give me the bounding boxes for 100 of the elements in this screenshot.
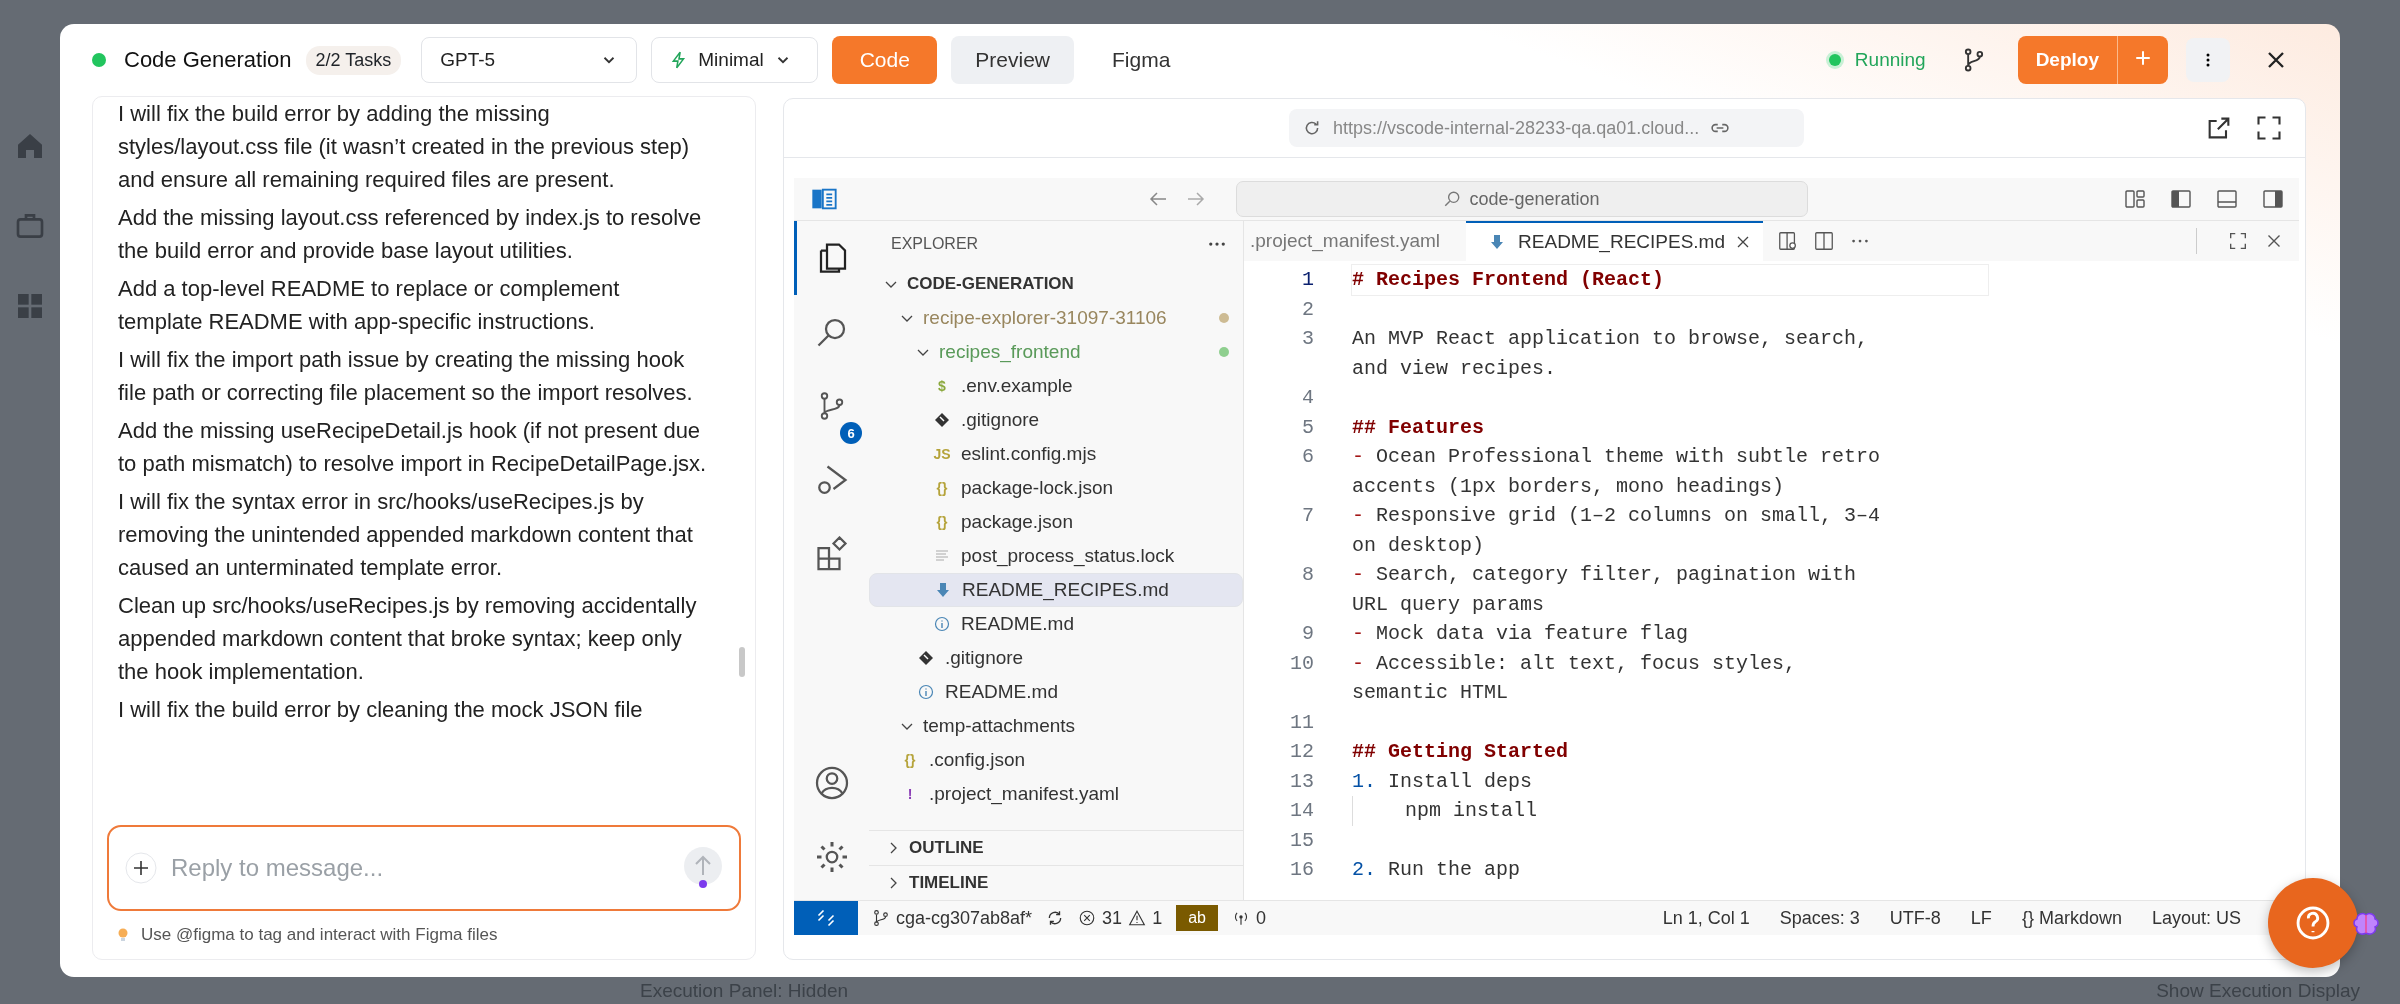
error-icon[interactable]: [1078, 909, 1097, 927]
info-icon: [918, 684, 934, 700]
code-line: npm install: [1352, 796, 1894, 826]
line-number: 4: [1301, 385, 1314, 411]
spell-check-status[interactable]: ab: [1176, 905, 1218, 931]
line-number: 6: [1301, 444, 1314, 470]
file-type-icon: {}: [931, 480, 953, 496]
status-dot: [92, 53, 106, 67]
down-arrow-icon: [1489, 234, 1506, 250]
line-number: 9: [1301, 621, 1314, 647]
bottom-panel-icon[interactable]: [2215, 187, 2239, 211]
down-arrow-icon: [935, 582, 951, 598]
command-center[interactable]: code-generation: [1235, 181, 1808, 217]
editor-tab[interactable]: .project_manifest.yaml: [1250, 230, 1441, 252]
file-name[interactable]: eslint.config.mjs: [961, 443, 1229, 465]
status-item[interactable]: UTF-8: [1889, 907, 1941, 929]
chat-message: I will fix the build error by cleaning the mock JSON file: [118, 696, 644, 724]
right-panel-icon[interactable]: [2261, 187, 2285, 211]
code-line: ## Features: [1352, 414, 1486, 441]
running-status: Running: [1854, 49, 1926, 71]
fullscreen-icon[interactable]: [2255, 114, 2283, 142]
warning-icon[interactable]: [1128, 909, 1147, 927]
left-panel-icon[interactable]: [2169, 187, 2193, 211]
code-line: - Responsive grid (1–2 columns on small, 3–4 on desktop): [1352, 503, 1882, 559]
code-line: - Ocean Professional theme with subtle retro accents (1px borders, mono headings): [1352, 444, 1882, 500]
chat-message: Add a top-level README to replace or complement template README with app-specific instructions.: [118, 275, 621, 336]
file-name[interactable]: README.md: [945, 681, 1229, 703]
chat-message: I will fix the import path issue by creating the missing hook file path or correcting file placement so the import resolves.: [118, 346, 694, 407]
remote-icon: [816, 908, 836, 928]
code-line: ## Getting Started: [1352, 739, 1570, 765]
line-number: 15: [1289, 827, 1314, 854]
reply-field[interactable]: Reply to message...: [107, 825, 741, 911]
send-icon[interactable]: [683, 846, 723, 890]
view-tab[interactable]: Figma: [1088, 36, 1195, 84]
branch-icon[interactable]: [872, 909, 890, 927]
line-number: 14: [1289, 798, 1314, 824]
changes-badge: 6: [840, 422, 862, 444]
folder-name[interactable]: CODE-GENERATION: [907, 274, 1229, 294]
file-name[interactable]: package.json: [961, 511, 1229, 533]
line-number: 2: [1301, 296, 1314, 323]
status-item[interactable]: LF: [1970, 907, 1992, 929]
status-item[interactable]: Spaces: 3: [1779, 907, 1860, 929]
code-line: - Mock data via feature flag: [1352, 621, 1690, 647]
line-number: 12: [1289, 739, 1314, 765]
maximize-icon[interactable]: [2227, 230, 2249, 252]
scrollbar[interactable]: [739, 647, 745, 677]
file-name[interactable]: .gitignore: [945, 647, 1229, 669]
section-title[interactable]: OUTLINE: [909, 838, 984, 858]
error-count[interactable]: 31: [1102, 907, 1123, 929]
file-name[interactable]: .gitignore: [961, 409, 1229, 431]
chat-message: Clean up src/hooks/useRecipes.js by removing accidentally appended markdown content that broke syntax; keep only the hook implementation.: [118, 592, 698, 686]
code-line: - Accessible: alt text, focus styles, semantic HTML: [1352, 650, 1798, 706]
line-number: 13: [1289, 768, 1314, 795]
view-tab[interactable]: Preview: [951, 36, 1074, 84]
account-icon[interactable]: [813, 765, 850, 801]
add-button[interactable]: [2117, 36, 2168, 84]
file-name[interactable]: .env.example: [961, 375, 1229, 397]
info-icon: [934, 616, 950, 632]
reply-input[interactable]: Reply to message...: [169, 853, 671, 883]
section-title[interactable]: TIMELINE: [909, 873, 989, 893]
status-item[interactable]: Ln 1, Col 1: [1662, 907, 1750, 929]
status-item[interactable]: Layout: US: [2151, 907, 2241, 929]
line-number: 3: [1301, 326, 1314, 352]
ports-count[interactable]: 0: [1255, 907, 1266, 929]
file-type-icon: {}: [931, 514, 953, 530]
file-name[interactable]: .project_manifest.yaml: [929, 783, 1229, 805]
add-icon[interactable]: [125, 852, 157, 884]
line-number: 16: [1289, 857, 1314, 883]
code-line: 2. Run the app: [1352, 857, 1522, 883]
remote-button[interactable]: [794, 901, 858, 935]
diamond-icon: [934, 412, 950, 428]
file-name[interactable]: .config.json: [929, 749, 1229, 771]
refresh-icon[interactable]: [1303, 119, 1321, 137]
hint-text: Use @figma to tag and interact with Figma files: [141, 925, 498, 945]
diamond-icon: [918, 650, 934, 666]
file-name[interactable]: post_process_status.lock: [961, 545, 1229, 567]
file-type-icon: $: [931, 378, 953, 394]
branch-status[interactable]: cga-cg307ab8af*: [896, 907, 1033, 929]
status-item[interactable]: {} Markdown: [2021, 907, 2122, 929]
mode-dropdown[interactable]: Minimal: [651, 37, 819, 83]
line-number: 5: [1301, 414, 1314, 441]
panel-title: Code Generation: [124, 47, 292, 73]
layout-icon[interactable]: [2123, 187, 2147, 211]
chat-message: Add the missing layout.css referenced by index.js to resolve the build error and provide base layout utilities.: [118, 204, 703, 265]
code-line: An MVP React application to browse, search, and view recipes.: [1352, 326, 1870, 382]
chat-message: I will fix the syntax error in src/hooks/useRecipes.js by removing the unintended appended markdown content that caused an unterminated template error.: [118, 488, 694, 582]
search-icon: [1443, 190, 1462, 208]
file-name[interactable]: README.md: [961, 613, 1229, 635]
running-dot: [1828, 54, 1841, 66]
model-dropdown[interactable]: GPT-5: [421, 37, 638, 83]
line-number: 8: [1301, 562, 1314, 588]
line-number: 10: [1289, 650, 1314, 677]
split-editor-icon[interactable]: [1813, 230, 1836, 252]
file-type-icon: !: [899, 786, 921, 802]
plus-icon: [2134, 48, 2152, 67]
file-name[interactable]: package-lock.json: [961, 477, 1229, 499]
line-number: 11: [1289, 709, 1314, 736]
warning-count[interactable]: 1: [1152, 907, 1163, 929]
file-type-icon: {}: [899, 752, 921, 768]
folder-name[interactable]: temp-attachments: [923, 715, 1229, 737]
